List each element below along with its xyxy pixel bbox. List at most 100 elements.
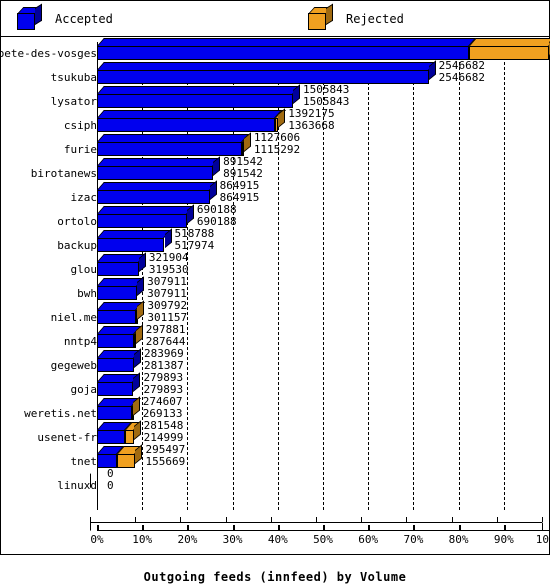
bar-side-face — [213, 156, 221, 176]
row-label: niel.me — [50, 311, 97, 324]
bar-top-face-accepted — [97, 230, 172, 238]
bar-segment-rejected — [468, 46, 549, 60]
bar-segment-accepted — [97, 310, 137, 324]
x-tick-90 — [503, 525, 506, 531]
bar-value-labels: 891542 891542 — [223, 156, 263, 180]
x-tick-back-10 — [135, 517, 137, 522]
x-tick-30 — [232, 525, 235, 531]
legend-entry-accepted: Accepted — [17, 3, 113, 31]
bar-segment-accepted — [97, 70, 429, 84]
x-tick-back-20 — [180, 517, 182, 522]
bar-side-face — [135, 444, 143, 464]
x-tick-label: 70% — [403, 533, 424, 546]
value-accepted: 2546682 — [438, 71, 485, 84]
bar-segment-accepted — [97, 262, 139, 276]
bar-value-labels: 283969 281387 — [144, 348, 184, 372]
bar-row: bwh 307911 307911 — [1, 276, 549, 302]
bar-3d — [97, 348, 141, 372]
legend-entry-rejected: Rejected — [308, 3, 404, 31]
bar-segment-accepted — [97, 286, 138, 300]
bar-segment-rejected — [124, 430, 134, 444]
bar-top-face-accepted — [97, 206, 194, 214]
chart-page: Accepted Rejected bete-des-vosges3471573… — [0, 0, 550, 584]
bar-segment-accepted — [97, 238, 165, 252]
bar-row: lysator 1505843 1505843 — [1, 84, 549, 110]
bar-top-face-accepted — [97, 62, 436, 70]
bar-rows: bete-des-vosges34715732855409tsukuba2546… — [0, 36, 550, 494]
row-label: bwh — [77, 287, 97, 300]
bar-segment-accepted — [97, 46, 469, 60]
bar-segment-accepted — [97, 406, 133, 420]
bar-row: weretis.net 274607 269133 — [1, 396, 549, 422]
bar-top-face-accepted — [97, 134, 250, 142]
row-label: ortolo — [57, 215, 97, 228]
bar-top-face-rejected — [468, 38, 550, 46]
row-label: tnet — [70, 455, 98, 468]
bar-3d — [97, 228, 172, 252]
x-tick-70 — [413, 525, 416, 531]
bar-top-face-accepted — [97, 38, 476, 46]
bar-3d — [97, 372, 141, 396]
bar-3d — [97, 108, 286, 132]
row-label: weretis.net — [24, 407, 97, 420]
bar-side-face — [278, 108, 286, 128]
bar-3d — [97, 36, 550, 60]
x-tick-label: 30% — [222, 533, 243, 546]
bar-row: izac 864915 864915 — [1, 180, 549, 206]
x-tick-60 — [368, 525, 371, 531]
bar-row: goja 279893 279893 — [1, 372, 549, 398]
bar-segment-accepted — [97, 454, 118, 468]
bar-3d — [97, 276, 145, 300]
bar-side-face — [133, 372, 141, 392]
row-label: tsukuba — [50, 71, 97, 84]
bar-value-labels: 274607 269133 — [143, 396, 183, 420]
bar-segment-accepted — [97, 166, 214, 180]
bar-segment-accepted — [97, 382, 134, 396]
x-tick-label: 20% — [177, 533, 198, 546]
bar-value-labels: 690188 690188 — [197, 204, 237, 228]
row-label: nntp4 — [63, 335, 97, 348]
x-tick-50 — [323, 525, 325, 531]
x-tick-label: 10% — [132, 533, 153, 546]
bar-3d — [97, 420, 141, 444]
bar-segment-accepted — [97, 142, 243, 156]
bar-segment-accepted — [97, 214, 187, 228]
bar-value-labels: 1127606 1115292 — [254, 132, 300, 156]
x-tick-20 — [187, 525, 190, 531]
x-tick-back-50 — [316, 517, 317, 522]
bar-3d — [97, 444, 143, 468]
row-label: izac — [70, 191, 98, 204]
row-label: lysator — [50, 95, 97, 108]
bar-value-labels: 00 — [107, 468, 114, 492]
x-tick-0 — [97, 525, 99, 531]
bar-row: glou 321904 319530 — [1, 252, 549, 278]
x-tick-back-30 — [225, 517, 227, 522]
row-label: furie — [63, 143, 97, 156]
bar-3d — [97, 156, 221, 180]
x-tick-back-70 — [406, 517, 408, 522]
bar-segment-accepted — [97, 118, 275, 132]
legend-label-rejected: Rejected — [346, 12, 404, 26]
bar-3d — [97, 180, 217, 204]
bar-row: tnet 295497 155669 — [1, 444, 549, 470]
bar-3d — [97, 252, 146, 276]
bar-segment-accepted — [97, 94, 294, 108]
bar-value-labels: 295497 155669 — [145, 444, 185, 468]
bar-value-labels: 281548 214999 — [144, 420, 184, 444]
row-label: usenet-fr — [37, 431, 97, 444]
bar-row: backup 518788 517974 — [1, 228, 549, 254]
x-tick-label: 60% — [358, 533, 379, 546]
chart-title: Outgoing feeds (innfeed) by Volume — [143, 570, 407, 584]
bar-row: niel.me 309792 301157 — [1, 300, 549, 326]
x-tick-label: 80% — [448, 533, 469, 546]
bar-3d — [97, 324, 144, 348]
row-label: bete-des-vosges — [0, 47, 97, 60]
bar-side-face — [137, 300, 145, 320]
bar-side-face — [137, 276, 145, 296]
bar-top-face-accepted — [97, 182, 217, 190]
row-label: glou — [70, 263, 98, 276]
x-axis-back-line — [90, 522, 542, 523]
bar-row: gegeweb 283969 281387 — [1, 348, 549, 374]
bar-3d — [97, 396, 141, 420]
bar-3d — [97, 84, 301, 108]
